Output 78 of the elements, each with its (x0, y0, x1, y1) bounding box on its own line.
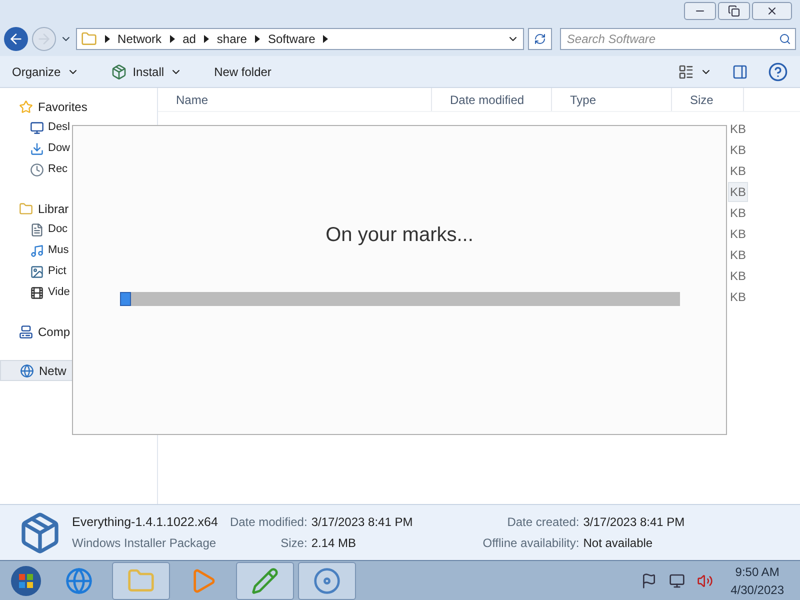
file-name: Everything-1.4.1.1022.x64 (72, 514, 218, 531)
favorites-icon (19, 100, 33, 114)
address-bar[interactable]: Network ad share Software (76, 28, 524, 50)
refresh-icon (534, 33, 546, 45)
detail-value: Not available (583, 535, 654, 552)
nav-item[interactable]: Desl (0, 117, 157, 138)
taskbar-button[interactable] (298, 562, 356, 600)
recent-icon (30, 162, 44, 176)
chevron-icon[interactable] (323, 35, 328, 43)
nav-item[interactable]: Pict (0, 261, 157, 282)
size-cell-text: KB (729, 204, 748, 222)
flag-icon[interactable] (640, 572, 657, 588)
downloads-icon (30, 142, 44, 156)
clock[interactable]: 9:50 AM 4/30/2023 (730, 562, 784, 598)
column-header[interactable]: Size (672, 88, 744, 111)
breadcrumb[interactable]: ad (182, 30, 196, 48)
size-cell-text: KB (729, 288, 748, 306)
size-cell-text: KB (729, 120, 748, 138)
chevron-icon[interactable] (254, 35, 260, 43)
preview-pane-icon[interactable] (732, 64, 748, 80)
chevron-icon[interactable] (204, 35, 209, 43)
folder-icon (80, 31, 97, 47)
libraries-icon (19, 202, 33, 216)
breadcrumb[interactable]: share (216, 30, 247, 48)
size-cell: KB (728, 182, 748, 202)
search-field[interactable]: Search Software (560, 28, 796, 50)
network-icon[interactable] (668, 572, 685, 588)
column-header[interactable]: Type (552, 88, 672, 111)
back-icon (8, 31, 24, 47)
new-folder-button[interactable]: New folder (212, 60, 274, 82)
size-cell-text: KB (729, 226, 748, 242)
restore-button[interactable] (718, 2, 750, 20)
restore-icon (728, 5, 740, 17)
back-button[interactable] (4, 27, 28, 51)
nav-item[interactable]: Mus (0, 240, 157, 261)
nav-item[interactable]: Doc (0, 219, 157, 240)
size-cell-text: KB (729, 142, 748, 158)
search-icon (779, 33, 792, 45)
nav-item[interactable]: Vide (0, 282, 157, 303)
nav-item[interactable]: Rec (0, 159, 157, 180)
chevron-icon[interactable] (104, 35, 110, 43)
videos-icon (30, 286, 44, 300)
column-header[interactable]: Date modified (432, 88, 552, 111)
pictures-icon (30, 264, 44, 278)
refresh-button[interactable] (528, 28, 552, 50)
documents-icon (30, 222, 44, 236)
size-cell-text: KB (729, 246, 748, 264)
help-icon[interactable] (768, 62, 788, 82)
detail-value: 2.14 MB (311, 535, 358, 552)
detail-label: Size: (280, 535, 308, 552)
breadcrumb[interactable]: Software (268, 30, 316, 48)
nav-item[interactable]: Comp (0, 321, 157, 342)
status-message: On your marks... (326, 223, 474, 248)
forward-icon (36, 31, 52, 47)
close-icon (766, 5, 778, 17)
network-icon (20, 364, 34, 378)
column-header[interactable]: Name (158, 88, 432, 111)
detail-value: 3/17/2023 8:41 PM (583, 514, 685, 531)
install-button[interactable]: Install (108, 60, 184, 82)
size-cell-text: KB (729, 162, 748, 180)
chevron-icon[interactable] (170, 35, 175, 43)
detail-label: Date created: (506, 514, 580, 531)
file-type: Windows Installer Package (72, 535, 218, 552)
detail-label: Date modified: (230, 514, 308, 531)
close-button[interactable] (752, 2, 792, 20)
breadcrumb[interactable]: Network (118, 30, 162, 48)
nav-item[interactable]: Librar (0, 198, 157, 219)
desktop-icon (30, 120, 44, 134)
computer-icon (19, 324, 33, 338)
windows-logo-icon (10, 564, 42, 596)
organize-button[interactable]: Organize (10, 60, 81, 82)
nav-item[interactable]: Favorites (0, 96, 157, 117)
detail-value: 3/17/2023 8:41 PM (311, 514, 413, 531)
detail-label: Offline availability: (482, 535, 580, 552)
nav-item[interactable]: Dow (0, 138, 157, 159)
view-icon[interactable] (678, 64, 694, 80)
size-cell-text: KB (729, 268, 748, 284)
music-icon (30, 244, 44, 258)
